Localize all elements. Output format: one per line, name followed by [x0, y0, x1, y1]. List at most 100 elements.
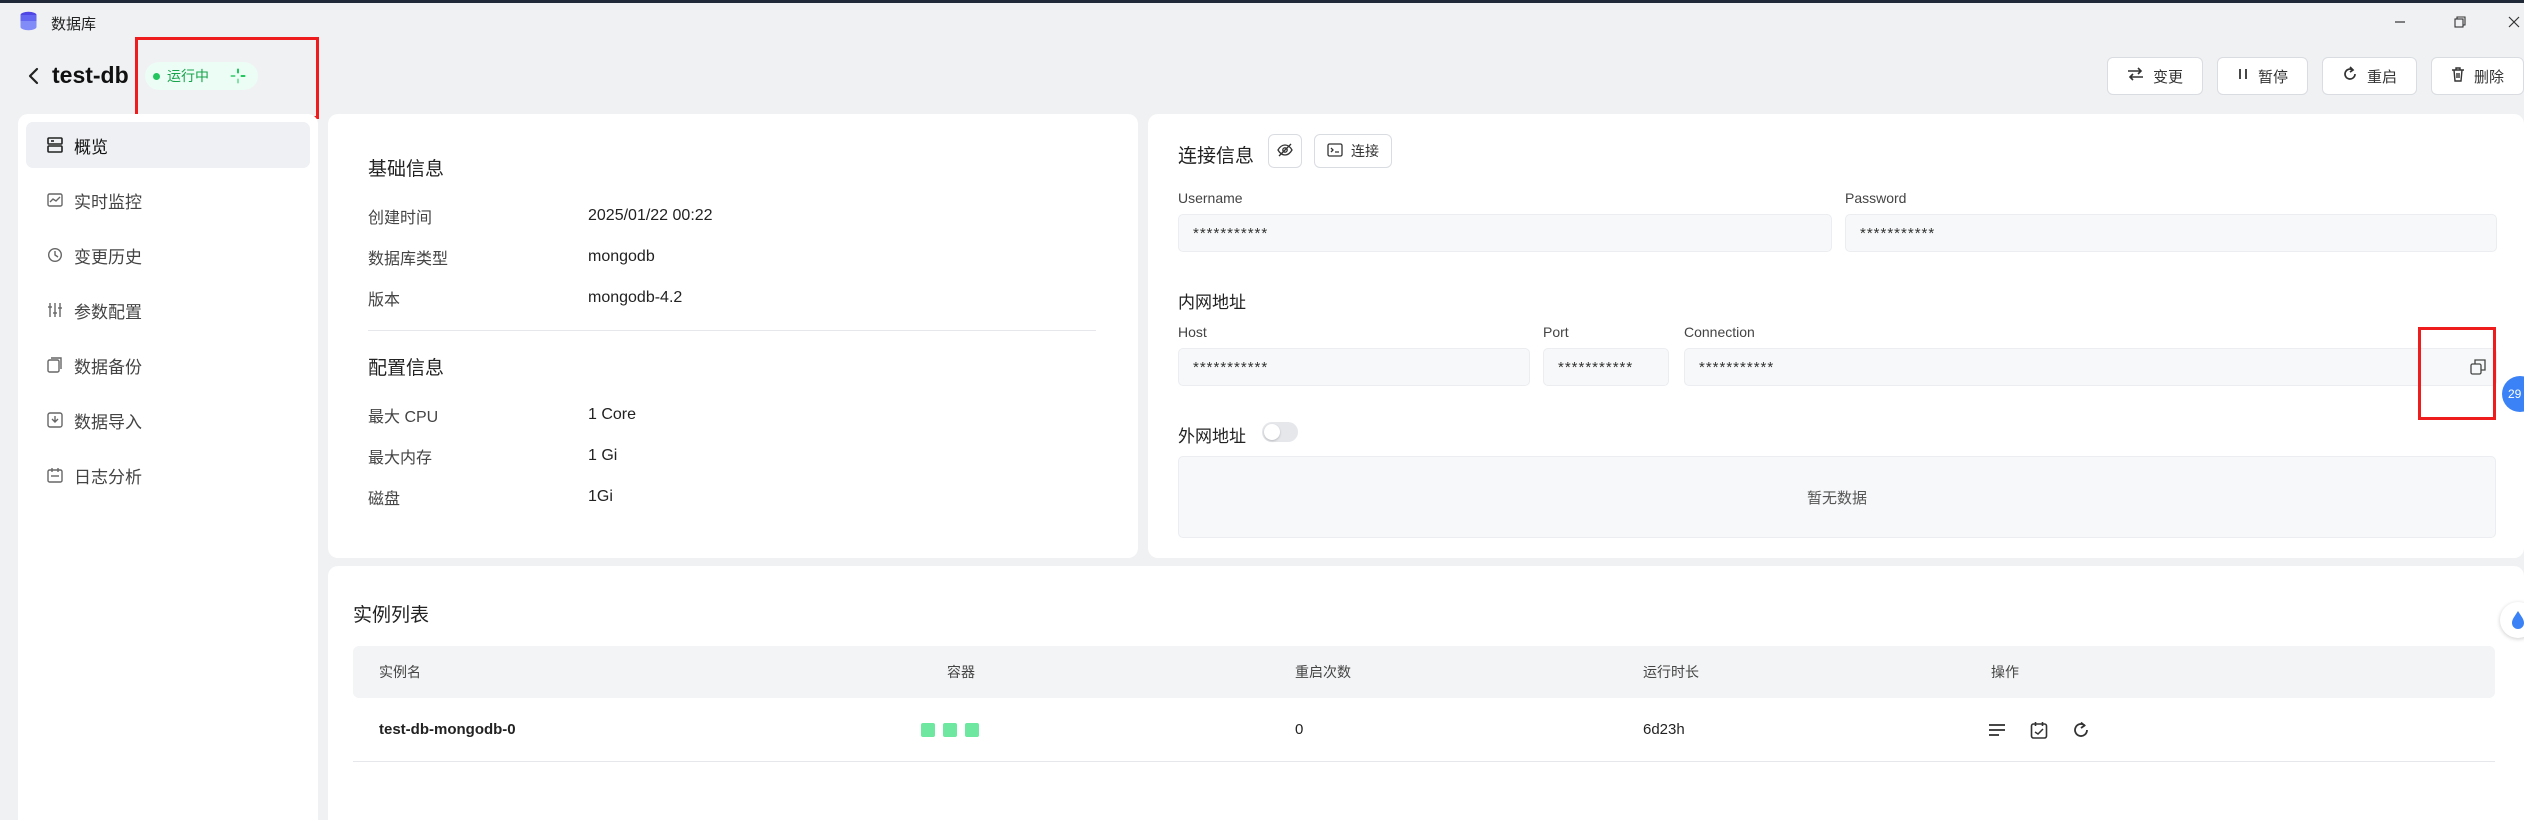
port-field[interactable]: *********** — [1543, 348, 1669, 386]
host-label: Host — [1178, 324, 1207, 340]
config-label: 最大内存 — [368, 449, 433, 467]
info-row-db-type: 数据库类型 mongodb — [368, 236, 1138, 277]
host-field[interactable]: *********** — [1178, 348, 1530, 386]
status-badge: 运行中 — [145, 62, 258, 90]
sidebar-item-label: 数据备份 — [74, 357, 142, 377]
column-header: 操作 — [1991, 664, 2019, 680]
header-actions: 变更 暂停 重启 删除 — [2106, 57, 2524, 95]
column-header: 容器 — [947, 664, 975, 680]
info-row-created: 创建时间 2025/01/22 00:22 — [368, 195, 1138, 236]
connect-button[interactable]: 连接 — [1314, 134, 1392, 168]
sidebar-item-label: 概览 — [74, 137, 108, 157]
config-row-disk: 磁盘 1Gi — [368, 476, 1138, 517]
toggle-visibility-button[interactable] — [1268, 134, 1302, 168]
password-label: Password — [1845, 190, 1907, 206]
username-field[interactable]: *********** — [1178, 214, 1832, 252]
connect-button-label: 连接 — [1351, 143, 1379, 159]
config-value: 1 Gi — [588, 446, 618, 464]
internal-address-title: 内网地址 — [1178, 293, 1246, 312]
history-icon — [46, 246, 64, 264]
instance-name: test-db-mongodb-0 — [379, 721, 516, 738]
pause-button-label: 暂停 — [2257, 68, 2288, 86]
restart-button-label: 重启 — [2366, 68, 2397, 86]
info-row-version: 版本 mongodb-4.2 — [368, 277, 1138, 318]
sidebar-item-overview[interactable]: 概览 — [26, 122, 310, 168]
column-header: 运行时长 — [1643, 664, 1699, 680]
sidebar-item-label: 变更历史 — [74, 247, 142, 267]
status-label: 运行中 — [167, 68, 209, 84]
restart-count: 0 — [1295, 721, 1304, 738]
sidebar-item-backup[interactable]: 数据备份 — [26, 342, 310, 388]
uptime: 6d23h — [1643, 721, 1685, 738]
config-value: 1 Core — [588, 405, 637, 423]
delete-button-label: 删除 — [2473, 68, 2504, 86]
change-button-label: 变更 — [2152, 68, 2183, 86]
info-value: mongodb — [588, 247, 655, 265]
window-title: 数据库 — [51, 16, 97, 33]
column-header: 重启次数 — [1295, 664, 1351, 680]
title-bar: 数据库 — [0, 3, 2524, 39]
port-label: Port — [1543, 324, 1569, 340]
info-value: 2025/01/22 00:22 — [588, 206, 713, 224]
config-label: 最大 CPU — [368, 408, 439, 426]
container-status — [921, 723, 979, 737]
restore-icon[interactable] — [2446, 9, 2474, 35]
minimize-icon[interactable] — [2386, 9, 2414, 35]
empty-text: 暂无数据 — [1806, 489, 1867, 507]
monitor-icon — [46, 191, 64, 209]
username-label: Username — [1178, 190, 1243, 206]
change-button[interactable]: 变更 — [2106, 57, 2203, 95]
sidebar-item-params[interactable]: 参数配置 — [26, 287, 310, 333]
pause-button[interactable]: 暂停 — [2216, 57, 2308, 95]
config-value: 1Gi — [588, 487, 613, 505]
status-dot-icon — [153, 72, 160, 80]
floating-badge-count: 29 — [2508, 387, 2522, 401]
column-header: 实例名 — [379, 664, 421, 680]
sidebar-item-label: 数据导入 — [74, 412, 142, 432]
copy-icon[interactable] — [2470, 359, 2486, 380]
terminal-icon — [1327, 142, 1343, 160]
sliders-icon — [46, 301, 64, 319]
calendar-icon — [46, 466, 64, 484]
external-address-empty: 暂无数据 — [1178, 456, 2496, 538]
pause-icon — [2237, 67, 2249, 85]
backup-icon — [46, 356, 64, 374]
password-field[interactable]: *********** — [1845, 214, 2497, 252]
delete-button[interactable]: 删除 — [2430, 57, 2524, 95]
import-icon — [46, 411, 64, 429]
config-label: 磁盘 — [368, 490, 401, 508]
instances-card: 实例列表 实例名 容器 重启次数 运行时长 操作 test-db-mongodb… — [328, 566, 2524, 820]
details-list-icon[interactable] — [1985, 718, 2009, 742]
back-arrow-icon[interactable] — [24, 62, 42, 90]
container-status-box — [921, 723, 935, 737]
trash-icon — [2451, 66, 2465, 86]
close-icon[interactable] — [2500, 9, 2524, 35]
info-label: 数据库类型 — [368, 250, 449, 268]
database-app-icon — [19, 11, 38, 32]
info-value: mongodb-4.2 — [588, 288, 683, 306]
basic-info-title: 基础信息 — [368, 159, 445, 180]
config-row-memory: 最大内存 1 Gi — [368, 435, 1138, 476]
table-header: 实例名 容器 重启次数 运行时长 操作 — [353, 646, 2495, 698]
config-row-cpu: 最大 CPU 1 Core — [368, 394, 1138, 435]
database-name: test-db — [52, 62, 129, 88]
events-calendar-icon[interactable] — [2027, 718, 2051, 742]
table-row: test-db-mongodb-0 0 6d23h — [353, 698, 2495, 762]
connection-title: 连接信息 — [1178, 146, 1255, 167]
sidebar-item-label: 参数配置 — [74, 302, 142, 322]
restart-button[interactable]: 重启 — [2321, 57, 2417, 95]
sidebar-item-label: 实时监控 — [74, 192, 142, 212]
sidebar-item-monitor[interactable]: 实时监控 — [26, 177, 310, 223]
sidebar-item-import[interactable]: 数据导入 — [26, 397, 310, 443]
restart-instance-icon[interactable] — [2069, 718, 2093, 742]
sidebar-item-history[interactable]: 变更历史 — [26, 232, 310, 278]
container-status-box — [965, 723, 979, 737]
external-address-toggle[interactable] — [1262, 422, 1298, 442]
connection-field[interactable]: *********** — [1684, 348, 2497, 386]
eye-off-icon — [1277, 143, 1293, 160]
connection-label: Connection — [1684, 324, 1755, 340]
overview-icon — [46, 136, 64, 154]
sidebar-item-logs[interactable]: 日志分析 — [26, 452, 310, 498]
basic-info-card: 基础信息 创建时间 2025/01/22 00:22 数据库类型 mongodb… — [328, 114, 1138, 558]
info-label: 创建时间 — [368, 209, 433, 227]
